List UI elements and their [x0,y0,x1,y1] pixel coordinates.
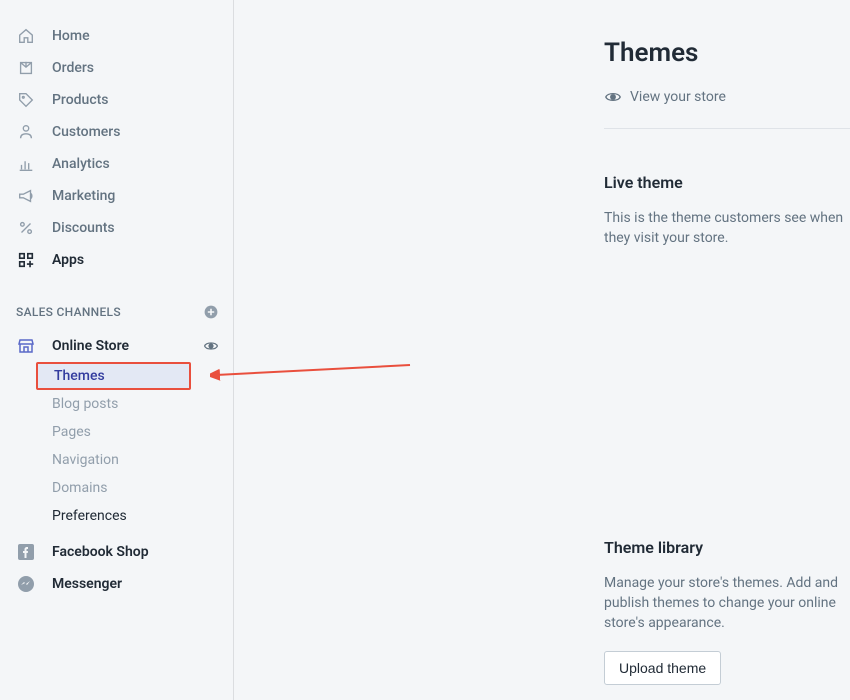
subnav-blog-posts[interactable]: Blog posts [36,390,233,418]
sales-channels-header: SALES CHANNELS [0,304,233,320]
nav-discounts[interactable]: Discounts [0,212,233,244]
products-icon [16,90,36,110]
nav-apps-label: Apps [52,252,84,268]
marketing-icon [16,186,36,206]
live-theme-title: Live theme [604,173,850,192]
nav-discounts-label: Discounts [52,220,115,236]
upload-theme-button[interactable]: Upload theme [604,651,721,685]
theme-library-section: Theme library Manage your store's themes… [604,538,850,685]
nav-home-label: Home [52,28,90,44]
home-icon [16,26,36,46]
channel-online-store-label: Online Store [52,338,203,354]
subnav-themes[interactable]: Themes [36,362,191,390]
subnav-preferences[interactable]: Preferences [36,502,233,530]
nav-customers-label: Customers [52,124,120,140]
nav-marketing[interactable]: Marketing [0,180,233,212]
nav-apps[interactable]: Apps [0,244,233,276]
channel-facebook-shop-label: Facebook Shop [52,544,219,560]
theme-library-title: Theme library [604,538,850,557]
view-store-icon[interactable] [203,338,219,354]
analytics-icon [16,154,36,174]
content: Themes View your store Live theme This i… [234,0,850,700]
nav-analytics[interactable]: Analytics [0,148,233,180]
orders-icon [16,58,36,78]
channel-messenger[interactable]: Messenger [0,568,233,600]
subnav-navigation[interactable]: Navigation [36,446,233,474]
customers-icon [16,122,36,142]
nav-home[interactable]: Home [0,20,233,52]
nav-analytics-label: Analytics [52,156,110,172]
sales-channels-label: SALES CHANNELS [16,305,121,319]
online-store-subnav: Themes Blog posts Pages Navigation Domai… [0,362,233,530]
apps-icon [16,250,36,270]
messenger-icon [16,574,36,594]
view-store-link[interactable]: View your store [604,88,850,129]
add-channel-button[interactable] [203,304,219,320]
nav-products[interactable]: Products [0,84,233,116]
nav-orders[interactable]: Orders [0,52,233,84]
eye-icon [604,88,622,106]
sidebar: Home Orders Products Customers Analytics… [0,0,234,700]
view-store-label: View your store [630,89,726,105]
nav-orders-label: Orders [52,60,94,76]
store-icon [16,336,36,356]
subnav-domains[interactable]: Domains [36,474,233,502]
nav-customers[interactable]: Customers [0,116,233,148]
channel-messenger-label: Messenger [52,576,219,592]
nav-products-label: Products [52,92,109,108]
subnav-pages[interactable]: Pages [36,418,233,446]
discounts-icon [16,218,36,238]
nav-marketing-label: Marketing [52,188,115,204]
page-title: Themes [604,38,850,68]
live-theme-section: Live theme This is the theme customers s… [604,173,850,248]
channel-facebook-shop[interactable]: Facebook Shop [0,536,233,568]
theme-library-desc: Manage your store's themes. Add and publ… [604,573,850,633]
live-theme-desc: This is the theme customers see when the… [604,208,850,248]
facebook-icon [16,542,36,562]
channel-online-store[interactable]: Online Store [0,330,233,362]
